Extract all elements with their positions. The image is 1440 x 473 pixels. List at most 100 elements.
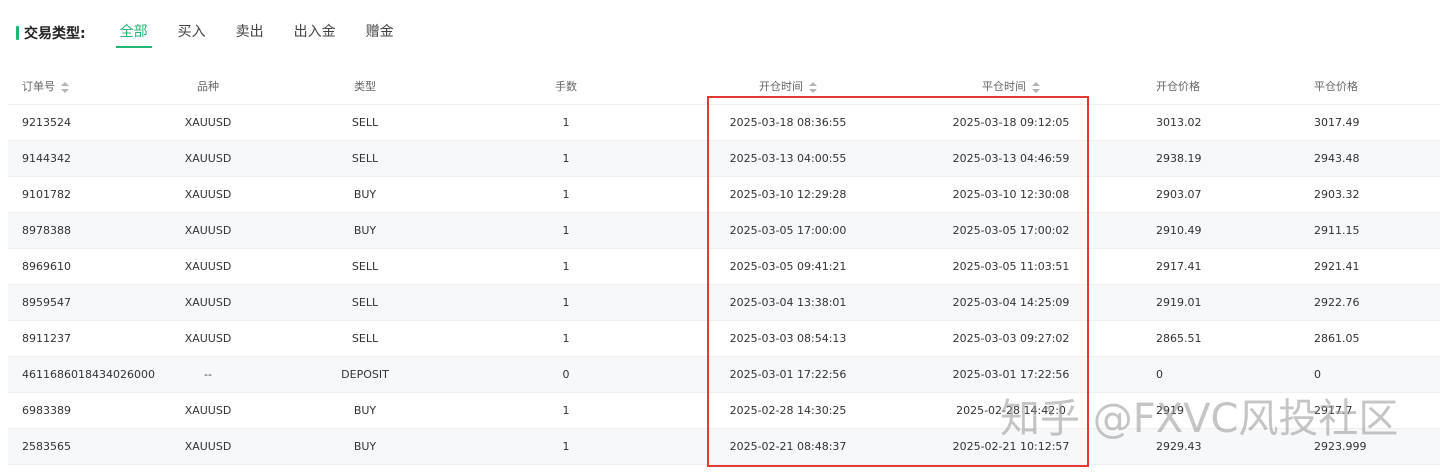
- cell-close-price: 2903.32: [1280, 176, 1440, 213]
- cell-order-no: 8911237: [8, 320, 142, 357]
- trade-type-filter: 交易类型: 全部 买入 卖出 出入金 赠金: [16, 19, 420, 48]
- cell-lots: 1: [456, 248, 676, 285]
- cell-close-price: 2861.05: [1280, 320, 1440, 357]
- cell-symbol: XAUUSD: [142, 212, 274, 249]
- cell-open-time: 2025-02-28 14:30:25: [676, 392, 900, 429]
- cell-open-price: 2910.49: [1122, 212, 1280, 249]
- col-order-no[interactable]: 订单号: [8, 68, 142, 105]
- cell-close-time: 2025-03-05 11:03:51: [900, 248, 1122, 285]
- cell-close-time: 2025-03-10 12:30:08: [900, 176, 1122, 213]
- orders-table: 订单号 品种 类型 手数 开仓时间 平仓时间 开仓价格 平仓价格 9213524…: [8, 68, 1440, 465]
- cell-close-price: 2922.76: [1280, 284, 1440, 321]
- table-row[interactable]: 8978388 XAUUSD BUY 1 2025-03-05 17:00:00 2025…: [8, 212, 1440, 249]
- table-row[interactable]: 4611686018434026000 -- DEPOSIT 0 2025-03-01 …: [8, 356, 1440, 393]
- cell-close-time: 2025-03-04 14:25:09: [900, 284, 1122, 321]
- cell-open-time: 2025-02-21 08:48:37: [676, 428, 900, 465]
- cell-order-no: 9101782: [8, 176, 142, 213]
- cell-type: BUY: [274, 428, 456, 465]
- cell-type: DEPOSIT: [274, 356, 456, 393]
- sort-icon[interactable]: [61, 81, 69, 93]
- table-row[interactable]: 8911237 XAUUSD SELL 1 2025-03-03 08:54:13 202…: [8, 320, 1440, 357]
- table-row[interactable]: 9144342 XAUUSD SELL 1 2025-03-13 04:00:55 202…: [8, 140, 1440, 177]
- cell-open-price: 0: [1122, 356, 1280, 393]
- cell-close-time: 2025-02-28 14:42:0: [900, 392, 1122, 429]
- cell-symbol: XAUUSD: [142, 248, 274, 285]
- cell-open-time: 2025-03-13 04:00:55: [676, 140, 900, 177]
- cell-order-no: 8969610: [8, 248, 142, 285]
- cell-close-price: 2917.7: [1280, 392, 1440, 429]
- table-row[interactable]: 9101782 XAUUSD BUY 1 2025-03-10 12:29:28 2025…: [8, 176, 1440, 213]
- col-symbol: 品种: [142, 68, 274, 105]
- cell-open-price: 2919.01: [1122, 284, 1280, 321]
- cell-lots: 1: [456, 284, 676, 321]
- cell-symbol: --: [142, 356, 274, 393]
- cell-type: SELL: [274, 248, 456, 285]
- cell-type: BUY: [274, 176, 456, 213]
- cell-close-price: 2911.15: [1280, 212, 1440, 249]
- cell-open-price: 2919: [1122, 392, 1280, 429]
- tab-bonus[interactable]: 赠金: [362, 19, 398, 48]
- cell-order-no: 9213524: [8, 104, 142, 141]
- cell-close-time: 2025-03-03 09:27:02: [900, 320, 1122, 357]
- cell-symbol: XAUUSD: [142, 104, 274, 141]
- cell-type: SELL: [274, 284, 456, 321]
- tab-all[interactable]: 全部: [115, 19, 152, 48]
- cell-type: SELL: [274, 104, 456, 141]
- cell-order-no: 9144342: [8, 140, 142, 177]
- cell-order-no: 8959547: [8, 284, 142, 321]
- cell-type: BUY: [274, 212, 456, 249]
- sort-icon[interactable]: [1032, 81, 1040, 93]
- cell-close-time: 2025-03-13 04:46:59: [900, 140, 1122, 177]
- cell-close-time: 2025-03-05 17:00:02: [900, 212, 1122, 249]
- cell-order-no: 4611686018434026000: [8, 356, 155, 393]
- cell-open-time: 2025-03-04 13:38:01: [676, 284, 900, 321]
- col-lots: 手数: [456, 68, 676, 105]
- cell-close-time: 2025-03-18 09:12:05: [900, 104, 1122, 141]
- cell-close-price: 2923.999: [1280, 428, 1440, 465]
- cell-lots: 1: [456, 320, 676, 357]
- col-open-time[interactable]: 开仓时间: [676, 68, 900, 105]
- table-row[interactable]: 2583565 XAUUSD BUY 1 2025-02-21 08:48:37 2025…: [8, 428, 1440, 465]
- cell-symbol: XAUUSD: [142, 320, 274, 357]
- cell-open-price: 3013.02: [1122, 104, 1280, 141]
- cell-close-time: 2025-02-21 10:12:57: [900, 428, 1122, 465]
- cell-lots: 1: [456, 428, 676, 465]
- cell-open-price: 2938.19: [1122, 140, 1280, 177]
- cell-close-price: 2943.48: [1280, 140, 1440, 177]
- tab-sell[interactable]: 卖出: [232, 19, 268, 48]
- cell-close-price: 2921.41: [1280, 248, 1440, 285]
- cell-open-time: 2025-03-10 12:29:28: [676, 176, 900, 213]
- cell-lots: 1: [456, 176, 676, 213]
- tab-deposit-withdrawal[interactable]: 出入金: [290, 19, 340, 48]
- cell-lots: 1: [456, 392, 676, 429]
- cell-open-price: 2929.43: [1122, 428, 1280, 465]
- cell-close-time: 2025-03-01 17:22:56: [900, 356, 1122, 393]
- tab-buy[interactable]: 买入: [174, 19, 210, 48]
- cell-order-no: 8978388: [8, 212, 142, 249]
- table-row[interactable]: 8959547 XAUUSD SELL 1 2025-03-04 13:38:01 202…: [8, 284, 1440, 321]
- sort-icon[interactable]: [809, 81, 817, 93]
- cell-type: SELL: [274, 140, 456, 177]
- cell-lots: 1: [456, 104, 676, 141]
- cell-close-price: 0: [1280, 356, 1440, 393]
- cell-lots: 0: [456, 356, 676, 393]
- table-row[interactable]: 8969610 XAUUSD SELL 1 2025-03-05 09:41:21 202…: [8, 248, 1440, 285]
- table-row[interactable]: 9213524 XAUUSD SELL 1 2025-03-18 08:36:55 202…: [8, 104, 1440, 141]
- table-header-row: 订单号 品种 类型 手数 开仓时间 平仓时间 开仓价格 平仓价格: [8, 68, 1440, 105]
- cell-open-time: 2025-03-05 17:00:00: [676, 212, 900, 249]
- col-close-time[interactable]: 平仓时间: [900, 68, 1122, 105]
- filter-accent-marker: [16, 26, 19, 40]
- cell-open-price: 2917.41: [1122, 248, 1280, 285]
- cell-open-time: 2025-03-05 09:41:21: [676, 248, 900, 285]
- col-close-price: 平仓价格: [1280, 68, 1440, 105]
- filter-label: 交易类型:: [24, 26, 86, 42]
- col-type: 类型: [274, 68, 456, 105]
- cell-order-no: 6983389: [8, 392, 142, 429]
- col-open-price: 开仓价格: [1122, 68, 1280, 105]
- cell-symbol: XAUUSD: [142, 176, 274, 213]
- cell-lots: 1: [456, 212, 676, 249]
- cell-open-time: 2025-03-01 17:22:56: [676, 356, 900, 393]
- table-row[interactable]: 6983389 XAUUSD BUY 1 2025-02-28 14:30:25 2025…: [8, 392, 1440, 429]
- cell-symbol: XAUUSD: [142, 428, 274, 465]
- cell-order-no: 2583565: [8, 428, 142, 465]
